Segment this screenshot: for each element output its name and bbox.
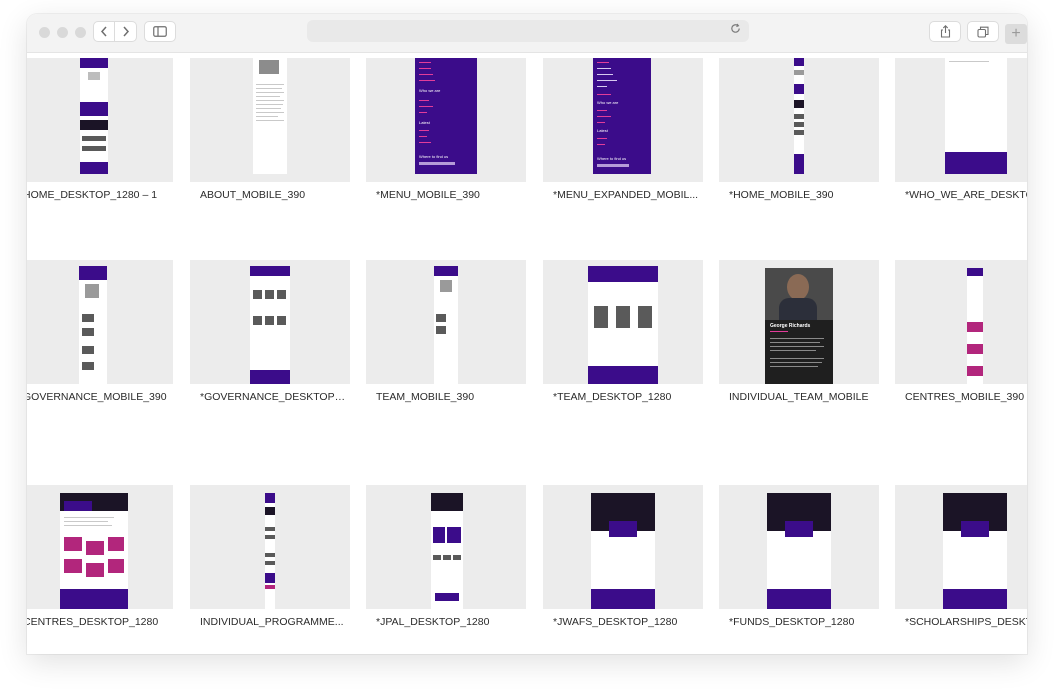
frame-card[interactable]: *WHO_WE_ARE_DESKTOP (895, 58, 1027, 266)
frame-thumbnail (895, 485, 1027, 609)
frame-card[interactable]: HOME_DESKTOP_1280 – 1 (27, 58, 173, 266)
frame-thumbnail (366, 485, 526, 609)
frame-card[interactable]: Who we are Latest Where to find us *MENU… (366, 58, 526, 266)
frame-thumbnail (719, 58, 879, 182)
frame-label: ABOUT_MOBILE_390 (200, 189, 306, 201)
frame-label: *TEAM_DESKTOP_1280 (553, 391, 672, 403)
frame-card[interactable]: *TEAM_DESKTOP_1280 (543, 260, 703, 468)
frame-thumbnail (27, 58, 173, 182)
frame-card[interactable]: CENTRES_DESKTOP_1280 (27, 485, 173, 654)
frame-thumbnail (366, 260, 526, 384)
frame-thumbnail (543, 485, 703, 609)
sidebar-toggle-button[interactable] (144, 21, 176, 42)
frame-thumbnail: Who we are Latest Where to find us (543, 58, 703, 182)
menu-heading: Latest (597, 128, 608, 133)
frame-label: *JPAL_DESKTOP_1280 (376, 616, 490, 628)
share-button[interactable] (929, 21, 961, 42)
reload-button[interactable] (730, 23, 741, 37)
menu-heading: Who we are (419, 88, 441, 93)
frame-card[interactable]: George Richards INDIVIDUAL_TEAM_MOBILE (719, 260, 879, 468)
tabs-icon (977, 26, 989, 38)
frame-thumbnail (190, 58, 350, 182)
frame-card[interactable]: *JPAL_DESKTOP_1280 (366, 485, 526, 654)
profile-name: George Richards (770, 323, 811, 329)
frame-card[interactable]: Who we are Latest Where to find us *MENU… (543, 58, 703, 266)
frame-label: CENTRES_MOBILE_390 (905, 391, 1025, 403)
frame-card[interactable]: *HOME_MOBILE_390 (719, 58, 879, 266)
chevron-left-icon (100, 26, 107, 37)
frame-card[interactable]: *JWAFS_DESKTOP_1280 (543, 485, 703, 654)
frame-label: *HOME_MOBILE_390 (729, 189, 834, 201)
back-button[interactable] (93, 21, 115, 42)
frame-card[interactable]: *FUNDS_DESKTOP_1280 (719, 485, 879, 654)
frame-thumbnail (27, 260, 173, 384)
frame-thumbnail (190, 260, 350, 384)
frame-label: *JWAFS_DESKTOP_1280 (553, 616, 678, 628)
frame-card[interactable]: *SCHOLARSHIPS_DESKTOP (895, 485, 1027, 654)
frame-label: TEAM_MOBILE_390 (376, 391, 475, 403)
minimize-window-button[interactable] (57, 27, 68, 38)
frame-card[interactable]: INDIVIDUAL_PROGRAMME... (190, 485, 350, 654)
frame-card[interactable]: ABOUT_MOBILE_390 (190, 58, 350, 266)
forward-button[interactable] (115, 21, 137, 42)
menu-heading: Who we are (597, 100, 619, 105)
browser-toolbar: + (27, 14, 1027, 53)
frame-card[interactable]: GOVERNANCE_MOBILE_390 (27, 260, 173, 468)
reload-icon (731, 23, 740, 33)
new-tab-button[interactable]: + (1005, 24, 1027, 44)
frame-label: INDIVIDUAL_TEAM_MOBILE (729, 391, 869, 403)
frame-label: CENTRES_DESKTOP_1280 (27, 616, 159, 628)
frame-card[interactable]: TEAM_MOBILE_390 (366, 260, 526, 468)
chevron-right-icon (122, 26, 129, 37)
frame-label: INDIVIDUAL_PROGRAMME... (200, 616, 344, 628)
sidebar-icon (153, 26, 167, 37)
menu-heading: Latest (419, 120, 430, 125)
frame-label: GOVERNANCE_MOBILE_390 (27, 391, 167, 403)
frame-thumbnail (719, 485, 879, 609)
frame-thumbnail (895, 260, 1027, 384)
address-bar[interactable] (307, 20, 749, 42)
browser-window: + HOME_DESKTOP_1280 – 1 ABOUT_MOBILE_390… (27, 14, 1027, 654)
frame-thumbnail (190, 485, 350, 609)
frame-label: *SCHOLARSHIPS_DESKTOP (905, 616, 1027, 628)
frame-label: *MENU_MOBILE_390 (376, 189, 480, 201)
frame-thumbnail (543, 260, 703, 384)
frame-label: *GOVERNANCE_DESKTOP_1... (200, 391, 346, 403)
tabs-button[interactable] (967, 21, 999, 42)
zoom-window-button[interactable] (75, 27, 86, 38)
frame-thumbnail (27, 485, 173, 609)
frame-label: HOME_DESKTOP_1280 – 1 (27, 189, 158, 201)
frame-card[interactable]: *GOVERNANCE_DESKTOP_1... (190, 260, 350, 468)
close-window-button[interactable] (39, 27, 50, 38)
frame-thumbnail: George Richards (719, 260, 879, 384)
menu-heading: Where to find us (597, 156, 627, 161)
frame-label: *WHO_WE_ARE_DESKTOP (905, 189, 1027, 201)
menu-heading: Where to find us (419, 154, 449, 159)
frame-label: *FUNDS_DESKTOP_1280 (729, 616, 855, 628)
frames-grid: HOME_DESKTOP_1280 – 1 ABOUT_MOBILE_390 W… (27, 58, 1027, 654)
frame-label: *MENU_EXPANDED_MOBIL... (553, 189, 699, 201)
frame-thumbnail: Who we are Latest Where to find us (366, 58, 526, 182)
frame-thumbnail (895, 58, 1027, 182)
frame-card[interactable]: CENTRES_MOBILE_390 (895, 260, 1027, 468)
share-icon (940, 25, 950, 38)
plus-icon: + (1011, 25, 1021, 42)
